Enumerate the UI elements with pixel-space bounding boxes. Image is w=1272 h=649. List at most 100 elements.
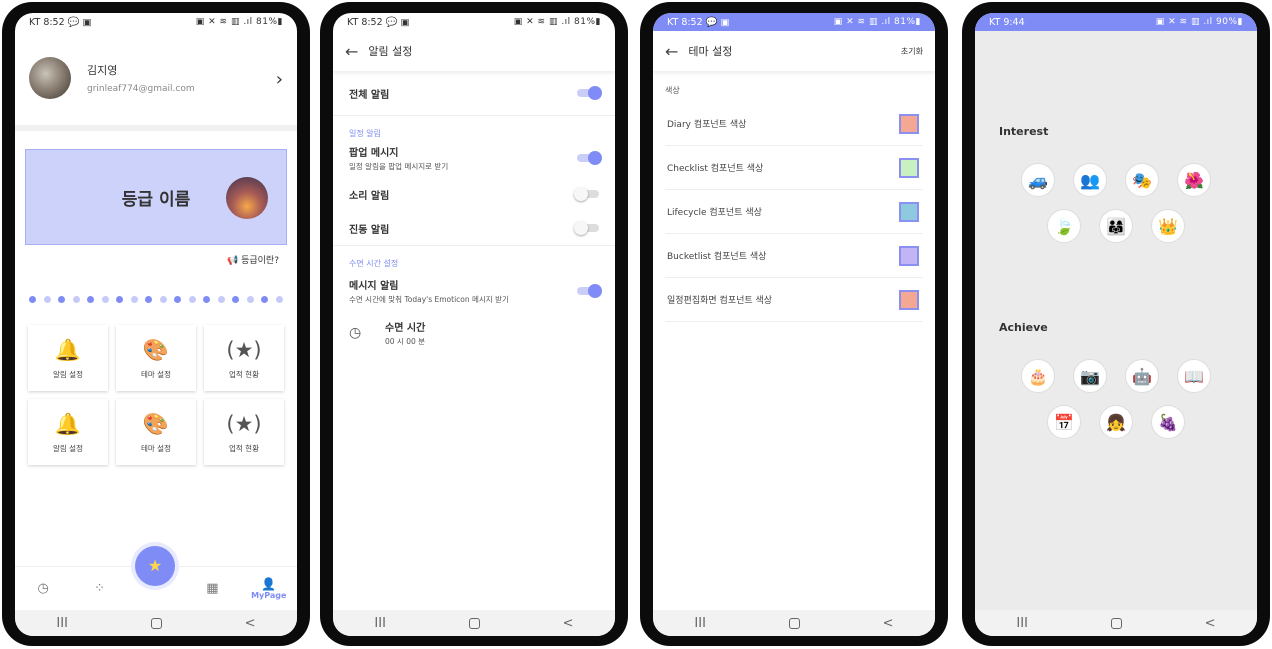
- dot: [145, 296, 153, 303]
- back-button[interactable]: <: [883, 616, 894, 631]
- header: ← 알림 설정: [333, 31, 615, 71]
- dot: [116, 296, 124, 303]
- nav-mypage[interactable]: 👤 MyPage: [249, 577, 289, 600]
- reset-button[interactable]: 초기화: [901, 46, 923, 57]
- dot: [159, 296, 167, 303]
- dot: [246, 296, 254, 303]
- row-popup[interactable]: 팝업 메시지 일정 알림을 팝업 메시지로 받기: [333, 139, 615, 177]
- home-button[interactable]: [1110, 617, 1122, 629]
- grape-icon[interactable]: 🍇: [1151, 405, 1185, 439]
- home-button[interactable]: [788, 617, 800, 629]
- screen: KT 8:52 💬 ▣ ▣ ✕ ≋ ▥ .ıl 81%▮ ← 테마 설정 초기화…: [653, 13, 935, 636]
- all-alarm-toggle[interactable]: [577, 86, 602, 100]
- color-swatch[interactable]: [899, 289, 919, 310]
- back-button[interactable]: <: [1205, 616, 1216, 631]
- dot: [217, 296, 225, 303]
- calendar-icon[interactable]: ▦: [192, 581, 232, 596]
- home-button[interactable]: [150, 617, 162, 629]
- camera-icon[interactable]: 📷: [1073, 359, 1107, 393]
- settings-tile[interactable]: 🔔 알림 설정: [28, 399, 108, 465]
- color-row[interactable]: 일정편집화면 컴포넌트 색상: [665, 278, 923, 322]
- recents-button[interactable]: III: [694, 616, 706, 631]
- costume-icon[interactable]: 🎭: [1125, 163, 1159, 197]
- screen: KT 8:52 💬 ▣ ▣ ✕ ≋ ▥ .ıl 81%▮ 김지영 grinlea…: [15, 13, 297, 636]
- tile-label: 알림 설정: [53, 443, 83, 453]
- sleep-time-value: 00 시 00 분: [385, 337, 426, 346]
- color-row-label: Checklist 컴포넌트 색상: [667, 164, 764, 174]
- color-swatch[interactable]: [899, 245, 919, 266]
- color-list: Diary 컴포넌트 색상 Checklist 컴포넌트 색상 Lifecycle …: [653, 102, 935, 322]
- family-icon[interactable]: 👨‍👩‍👧: [1099, 209, 1133, 243]
- bell-icon: 🔔: [54, 337, 82, 362]
- clock-icon[interactable]: ◷: [23, 581, 63, 596]
- color-swatch[interactable]: [899, 201, 919, 222]
- color-row-label: 일정편집화면 컴포넌트 색상: [667, 296, 773, 306]
- reading-icon[interactable]: 📖: [1177, 359, 1211, 393]
- status-left: KT 8:52 💬 ▣: [29, 16, 92, 28]
- sound-label: 소리 알림: [349, 190, 390, 202]
- car-icon[interactable]: 🚙: [1021, 163, 1055, 197]
- color-row-label: Lifecycle 컴포넌트 색상: [667, 208, 762, 218]
- settings-tile[interactable]: 🎨 테마 설정: [116, 325, 196, 391]
- status-left: KT 8:52 💬 ▣: [347, 16, 410, 28]
- back-arrow-icon[interactable]: ←: [665, 42, 678, 61]
- message-sub: 수면 시간에 맞춰 Today's Emoticon 메시지 받기: [349, 295, 509, 304]
- avatar: [29, 57, 71, 99]
- dots-icon[interactable]: ⁘: [80, 581, 120, 596]
- grade-image: [226, 177, 268, 219]
- status-bar: KT 9:44 ▣ ✕ ≋ ▥ .ıl 90%▮: [975, 13, 1257, 31]
- dot: [130, 296, 138, 303]
- back-button[interactable]: <: [245, 616, 256, 631]
- status-left: KT 8:52 💬 ▣: [667, 16, 730, 28]
- sound-toggle[interactable]: [574, 187, 599, 201]
- leaf-icon[interactable]: 🍃: [1047, 209, 1081, 243]
- back-button[interactable]: <: [563, 616, 574, 631]
- color-row[interactable]: Diary 컴포넌트 색상: [665, 102, 923, 146]
- girl-icon[interactable]: 👧: [1099, 405, 1133, 439]
- color-row[interactable]: Bucketlist 컴포넌트 색상: [665, 234, 923, 278]
- robot-icon[interactable]: 🤖: [1125, 359, 1159, 393]
- home-button[interactable]: [468, 617, 480, 629]
- settings-tile[interactable]: 🎨 테마 설정: [116, 399, 196, 465]
- chevron-right-icon[interactable]: ›: [276, 69, 283, 90]
- crown-icon[interactable]: 👑: [1151, 209, 1185, 243]
- row-sound[interactable]: 소리 알림: [333, 177, 615, 211]
- cake-icon[interactable]: 🎂: [1021, 359, 1055, 393]
- recents-button[interactable]: III: [1016, 616, 1028, 631]
- recents-button[interactable]: III: [374, 616, 386, 631]
- vibrate-toggle[interactable]: [574, 221, 599, 235]
- back-arrow-icon[interactable]: ←: [345, 42, 358, 61]
- grade-info-link[interactable]: 📢 등급이란?: [15, 253, 279, 266]
- row-all-alarm[interactable]: 전체 알림: [333, 71, 615, 115]
- status-right: ▣ ✕ ≋ ▥ .ıl 81%▮: [195, 17, 283, 27]
- popup-toggle[interactable]: [577, 151, 602, 165]
- screen: KT 8:52 💬 ▣ ▣ ✕ ≋ ▥ .ıl 81%▮ ← 알림 설정 전체 …: [333, 13, 615, 636]
- divider: [333, 115, 615, 116]
- star-fab-button[interactable]: ★: [135, 546, 175, 586]
- phone-alarm-settings: KT 8:52 💬 ▣ ▣ ✕ ≋ ▥ .ıl 81%▮ ← 알림 설정 전체 …: [320, 2, 628, 646]
- color-row[interactable]: Lifecycle 컴포넌트 색상: [665, 190, 923, 234]
- color-swatch[interactable]: [899, 157, 919, 178]
- settings-tile[interactable]: (★) 업적 현황: [204, 399, 284, 465]
- palette-icon: 🎨: [142, 411, 170, 436]
- message-toggle[interactable]: [577, 284, 602, 298]
- row-message[interactable]: 메시지 알림 수면 시간에 맞춰 Today's Emoticon 메시지 받기: [333, 269, 615, 313]
- color-swatch[interactable]: [899, 113, 919, 134]
- settings-tile[interactable]: 🔔 알림 설정: [28, 325, 108, 391]
- row-sleep-time[interactable]: ◷ 수면 시간 00 시 00 분: [333, 313, 615, 353]
- people-icon[interactable]: 👥: [1073, 163, 1107, 197]
- flower-icon[interactable]: 🌺: [1177, 163, 1211, 197]
- calendar-icon[interactable]: 📅: [1047, 405, 1081, 439]
- recents-button[interactable]: III: [56, 616, 68, 631]
- phone-theme-settings: KT 8:52 💬 ▣ ▣ ✕ ≋ ▥ .ıl 81%▮ ← 테마 설정 초기화…: [640, 2, 948, 646]
- grade-info-label: 등급이란?: [241, 256, 279, 266]
- settings-tile[interactable]: (★) 업적 현황: [204, 325, 284, 391]
- profile-card[interactable]: 김지영 grinleaf774@gmail.com ›: [15, 31, 297, 131]
- color-row-label: Bucketlist 컴포넌트 색상: [667, 252, 767, 262]
- dot: [174, 296, 182, 303]
- grade-card[interactable]: 등급 이름: [25, 149, 287, 245]
- dot: [58, 296, 66, 303]
- all-alarm-label: 전체 알림: [349, 89, 390, 101]
- row-vibrate[interactable]: 진동 알림: [333, 211, 615, 245]
- color-row[interactable]: Checklist 컴포넌트 색상: [665, 146, 923, 190]
